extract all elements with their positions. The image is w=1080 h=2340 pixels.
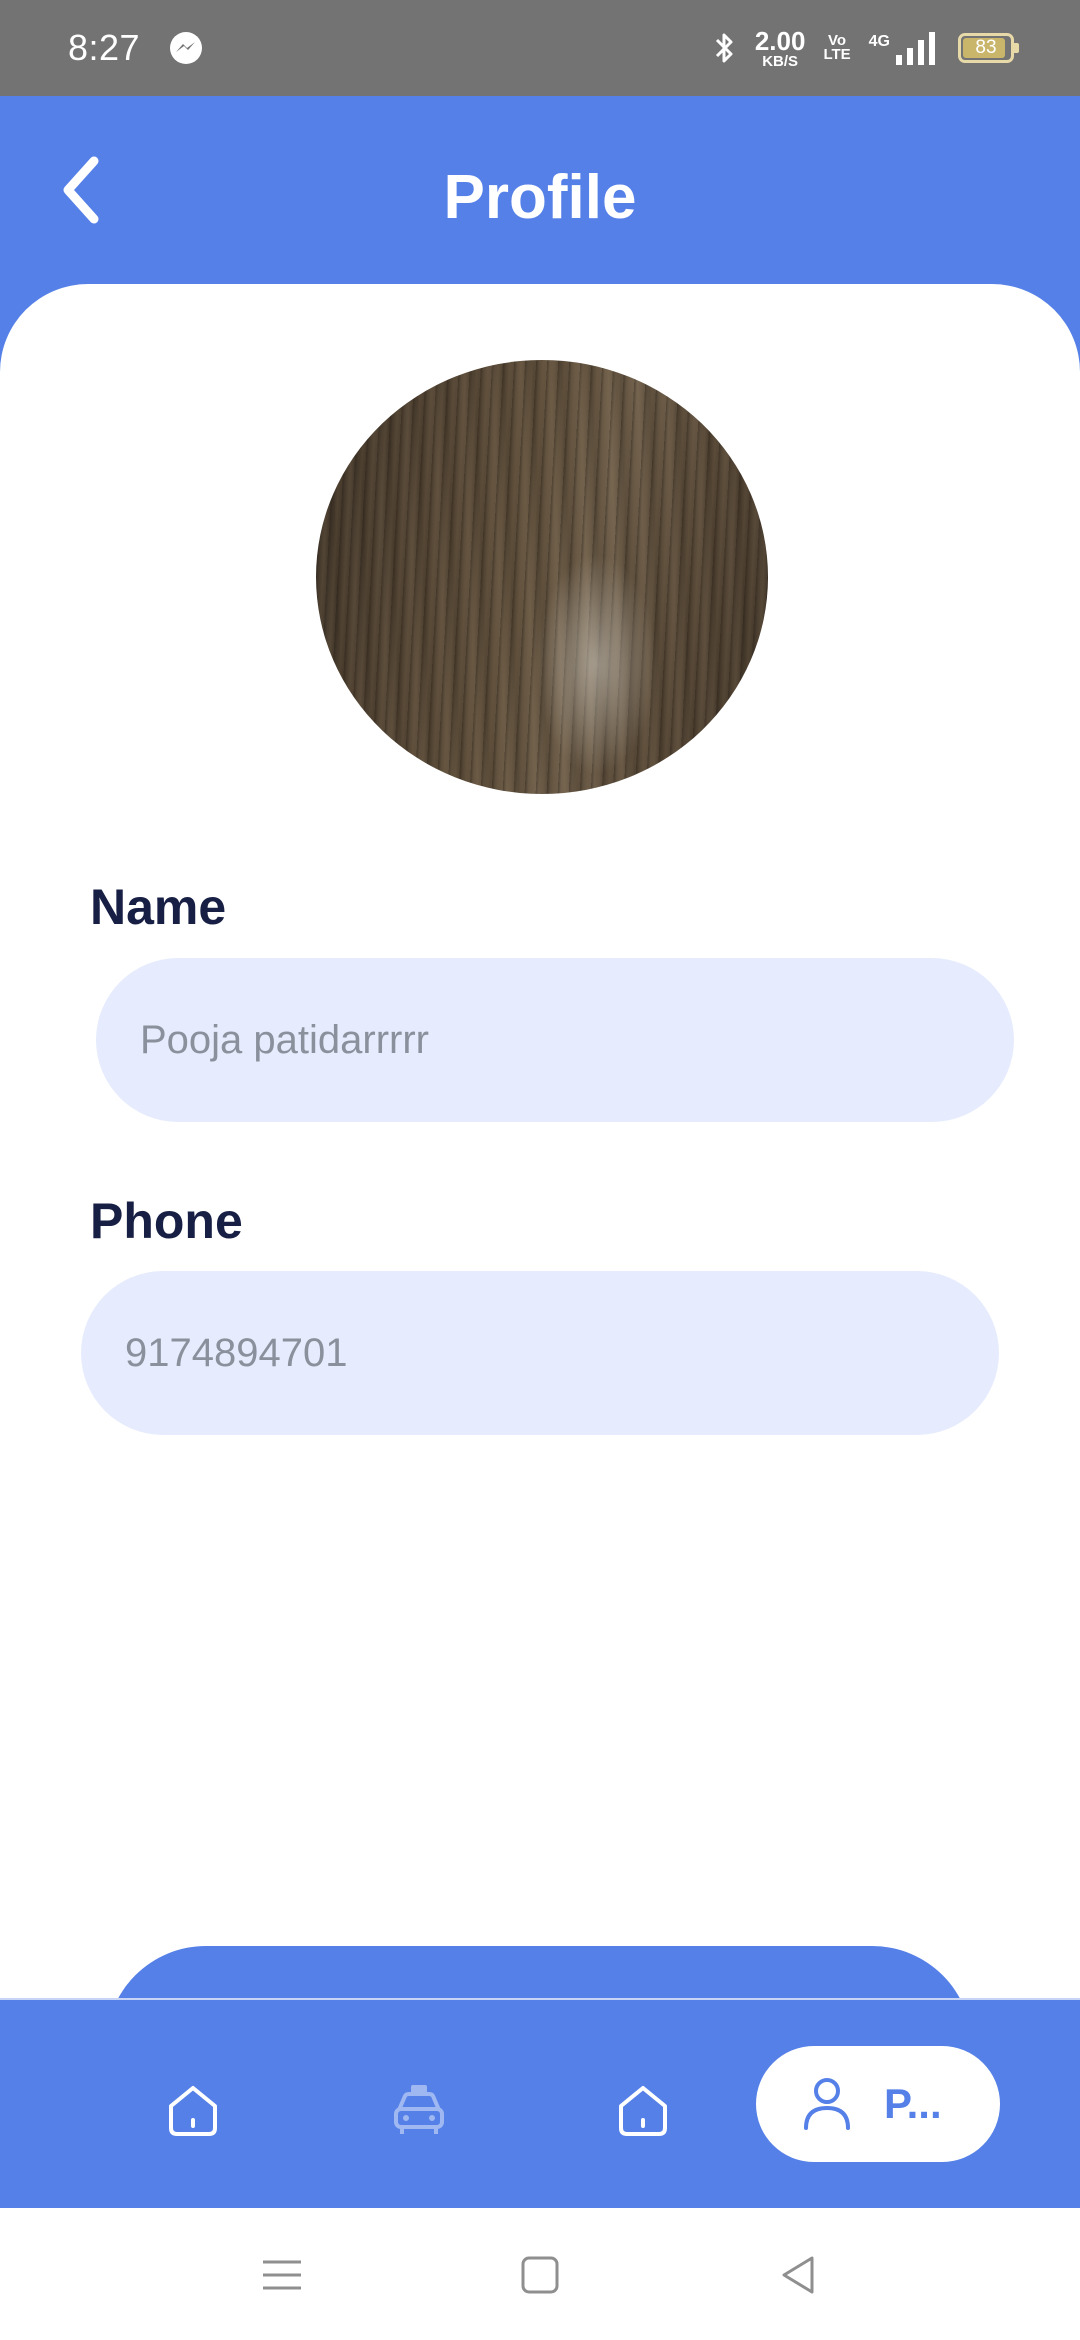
status-left: 8:27 (68, 27, 204, 69)
messenger-icon (170, 32, 203, 64)
phone-input[interactable]: 9174894701 (81, 1271, 999, 1435)
nav-profile-label: P... (884, 2080, 942, 2127)
nav-item-rides[interactable] (389, 2080, 449, 2140)
app-header: Profile (0, 96, 1080, 296)
status-bar: 8:27 2.00 KB/S Vo LTE 4G 83 (0, 0, 1080, 96)
status-time: 8:27 (68, 27, 141, 68)
network-speed: 2.00 KB/S (755, 28, 806, 69)
volte-bottom: LTE (823, 46, 851, 63)
car-icon (394, 2085, 444, 2134)
profile-card: Name Pooja patidarrrrr Phone 9174894701 (0, 284, 1080, 1999)
nav-item-home-2[interactable] (613, 2080, 673, 2140)
profile-avatar[interactable] (316, 360, 768, 794)
home-icon (169, 2086, 217, 2136)
battery-level: 83 (975, 37, 997, 58)
phone-label: Phone (90, 1193, 243, 1249)
battery-icon: 83 (958, 33, 1019, 63)
square-home-icon[interactable] (515, 2250, 565, 2300)
nav-item-profile[interactable]: P... (756, 2046, 1000, 2162)
status-right: 2.00 KB/S Vo LTE 4G 83 (711, 28, 1019, 69)
triangle-back-icon[interactable] (774, 2250, 824, 2300)
page-title: Profile (443, 163, 637, 232)
user-icon (804, 2078, 850, 2130)
system-nav (0, 2208, 1080, 2340)
signal-icon (896, 32, 935, 65)
home-icon (619, 2086, 667, 2136)
app-screen: 8:27 2.00 KB/S Vo LTE 4G 83 Profile Name… (0, 0, 1080, 2340)
bluetooth-icon (715, 33, 733, 63)
nav-item-home[interactable] (163, 2080, 223, 2140)
network-speed-value: 2.00 (754, 25, 806, 56)
network-speed-unit: KB/S (762, 52, 799, 70)
bottom-nav: P... (0, 1998, 1080, 2208)
signal-indicator: 4G (869, 31, 940, 65)
menu-icon[interactable] (257, 2250, 307, 2300)
volte-indicator: Vo LTE (823, 33, 851, 63)
signal-type: 4G (868, 33, 890, 50)
name-label: Name (90, 879, 227, 935)
submit-button[interactable] (106, 1946, 972, 1999)
name-input[interactable]: Pooja patidarrrrr (96, 958, 1014, 1122)
